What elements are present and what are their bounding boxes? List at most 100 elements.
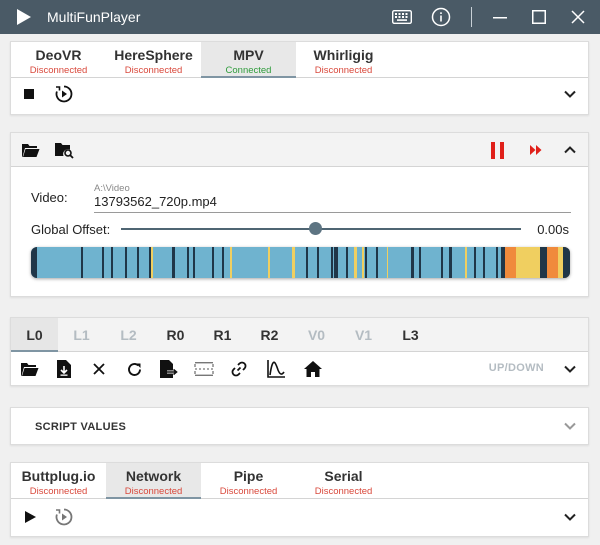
heatmap-segment xyxy=(464,247,468,278)
heatmap-segment xyxy=(230,247,233,278)
heatmap-segment xyxy=(375,247,379,278)
connection-status: Disconnected xyxy=(124,486,183,497)
axis-card: L0 L1 L2 R0 R1 R2 V0 V1 L3 UP/DOWN xyxy=(10,317,589,386)
chart-curve-icon[interactable] xyxy=(265,358,287,380)
timer-play-icon[interactable] xyxy=(53,506,75,528)
connection-status: Disconnected xyxy=(314,65,373,76)
output-target-tabs: Buttplug.io Disconnected Network Disconn… xyxy=(11,463,588,499)
maximize-icon[interactable] xyxy=(521,0,557,34)
chevron-down-icon[interactable] xyxy=(562,418,578,434)
tab-deovr[interactable]: DeoVR Disconnected xyxy=(11,42,106,77)
tab-label: Serial xyxy=(324,468,363,484)
heatmap-segment xyxy=(474,247,477,278)
close-icon[interactable] xyxy=(88,358,110,380)
video-card: Video: A:\Video 13793562_720p.mp4 Global… xyxy=(10,132,589,297)
folder-open-icon[interactable] xyxy=(18,358,40,380)
file-import-icon[interactable] xyxy=(53,358,75,380)
stop-icon[interactable] xyxy=(18,83,40,105)
heatmap-segment xyxy=(362,247,365,278)
info-icon[interactable] xyxy=(423,0,459,34)
tab-serial[interactable]: Serial Disconnected xyxy=(296,463,391,498)
global-offset-label: Global Offset: xyxy=(31,222,111,237)
axis-tab-l2[interactable]: L2 xyxy=(105,318,152,351)
axis-tabs: L0 L1 L2 R0 R1 R2 V0 V1 L3 xyxy=(11,318,588,352)
tab-mpv[interactable]: MPV Connected xyxy=(201,42,296,78)
timer-play-icon[interactable] xyxy=(53,83,75,105)
folder-search-icon[interactable] xyxy=(53,139,75,161)
title-separator xyxy=(471,7,472,27)
close-icon[interactable] xyxy=(560,0,596,34)
script-heatmap[interactable] xyxy=(31,247,570,278)
heatmap-segment xyxy=(546,247,558,278)
axis-tab-l3[interactable]: L3 xyxy=(387,318,434,351)
heatmap-segment xyxy=(292,247,295,278)
heatmap-segment xyxy=(419,247,422,278)
axis-tab-r1[interactable]: R1 xyxy=(199,318,246,351)
chevron-down-icon[interactable] xyxy=(562,361,578,377)
output-target-toolbar xyxy=(11,499,588,535)
tab-label: MPV xyxy=(233,47,264,63)
minimize-icon[interactable] xyxy=(482,0,518,34)
play-icon[interactable] xyxy=(19,506,41,528)
media-source-card: DeoVR Disconnected HereSphere Disconnect… xyxy=(10,41,589,115)
heatmap-segment xyxy=(482,247,485,278)
tab-pipe[interactable]: Pipe Disconnected xyxy=(201,463,296,498)
heatmap-segment xyxy=(187,247,190,278)
heatmap-segment xyxy=(562,247,570,278)
heatmap-segment xyxy=(410,247,415,278)
axis-tab-l1[interactable]: L1 xyxy=(58,318,105,351)
fast-forward-icon[interactable] xyxy=(525,139,547,161)
axis-tab-v0[interactable]: V0 xyxy=(293,318,340,351)
tab-whirligig[interactable]: Whirligig Disconnected xyxy=(296,42,391,77)
pause-icon[interactable] xyxy=(487,139,509,161)
tab-buttplug[interactable]: Buttplug.io Disconnected xyxy=(11,463,106,498)
heatmap-segment xyxy=(268,247,271,278)
tab-label: HereSphere xyxy=(114,47,193,63)
chevron-down-icon[interactable] xyxy=(562,86,578,102)
keyboard-icon[interactable] xyxy=(384,0,420,34)
axis-tab-r0[interactable]: R0 xyxy=(152,318,199,351)
app-play-icon xyxy=(17,9,31,25)
video-file-name[interactable]: 13793562_720p.mp4 xyxy=(94,194,217,209)
heatmap-segment xyxy=(125,247,128,278)
heatmap-segment xyxy=(31,247,37,278)
tab-network[interactable]: Network Disconnected xyxy=(106,463,201,499)
heatmap-segment xyxy=(331,247,334,278)
link-icon[interactable] xyxy=(228,358,250,380)
global-offset-value: 0.00s xyxy=(537,222,569,237)
heatmap-segment xyxy=(495,247,498,278)
tab-label: Buttplug.io xyxy=(21,468,96,484)
heatmap-segment xyxy=(316,247,319,278)
heatmap-segment xyxy=(111,247,113,278)
heatmap-segment xyxy=(101,247,104,278)
script-values-panel[interactable]: SCRIPT VALUES xyxy=(10,407,589,445)
axis-label: UP/DOWN xyxy=(488,362,544,374)
tab-label: Network xyxy=(125,468,182,484)
tab-heresphere[interactable]: HereSphere Disconnected xyxy=(106,42,201,77)
video-label: Video: xyxy=(31,190,68,205)
axis-tab-v1[interactable]: V1 xyxy=(340,318,387,351)
output-target-card: Buttplug.io Disconnected Network Disconn… xyxy=(10,462,589,537)
heatmap-segment xyxy=(516,247,541,278)
axis-tab-r2[interactable]: R2 xyxy=(246,318,293,351)
folder-open-icon[interactable] xyxy=(19,139,41,161)
heatmap-segment xyxy=(440,247,443,278)
tab-label: Whirligig xyxy=(313,47,374,63)
file-export-icon[interactable] xyxy=(158,358,180,380)
heatmap-segment xyxy=(386,247,389,278)
global-offset-slider-thumb[interactable] xyxy=(309,222,322,235)
video-field-underline xyxy=(94,212,571,213)
connection-status: Disconnected xyxy=(124,65,183,76)
heatmap-segment xyxy=(151,247,153,278)
refresh-icon[interactable] xyxy=(123,358,145,380)
connection-status: Disconnected xyxy=(219,486,278,497)
axis-tab-l0[interactable]: L0 xyxy=(11,318,58,352)
chevron-down-icon[interactable] xyxy=(562,509,578,525)
chevron-up-icon[interactable] xyxy=(562,142,578,158)
home-icon[interactable] xyxy=(302,358,324,380)
heatmap-segment xyxy=(222,247,225,278)
axis-toolbar: UP/DOWN xyxy=(11,352,588,386)
heatmap-segment xyxy=(172,247,176,278)
wrap-icon[interactable] xyxy=(193,358,215,380)
video-toolbar xyxy=(11,133,588,167)
